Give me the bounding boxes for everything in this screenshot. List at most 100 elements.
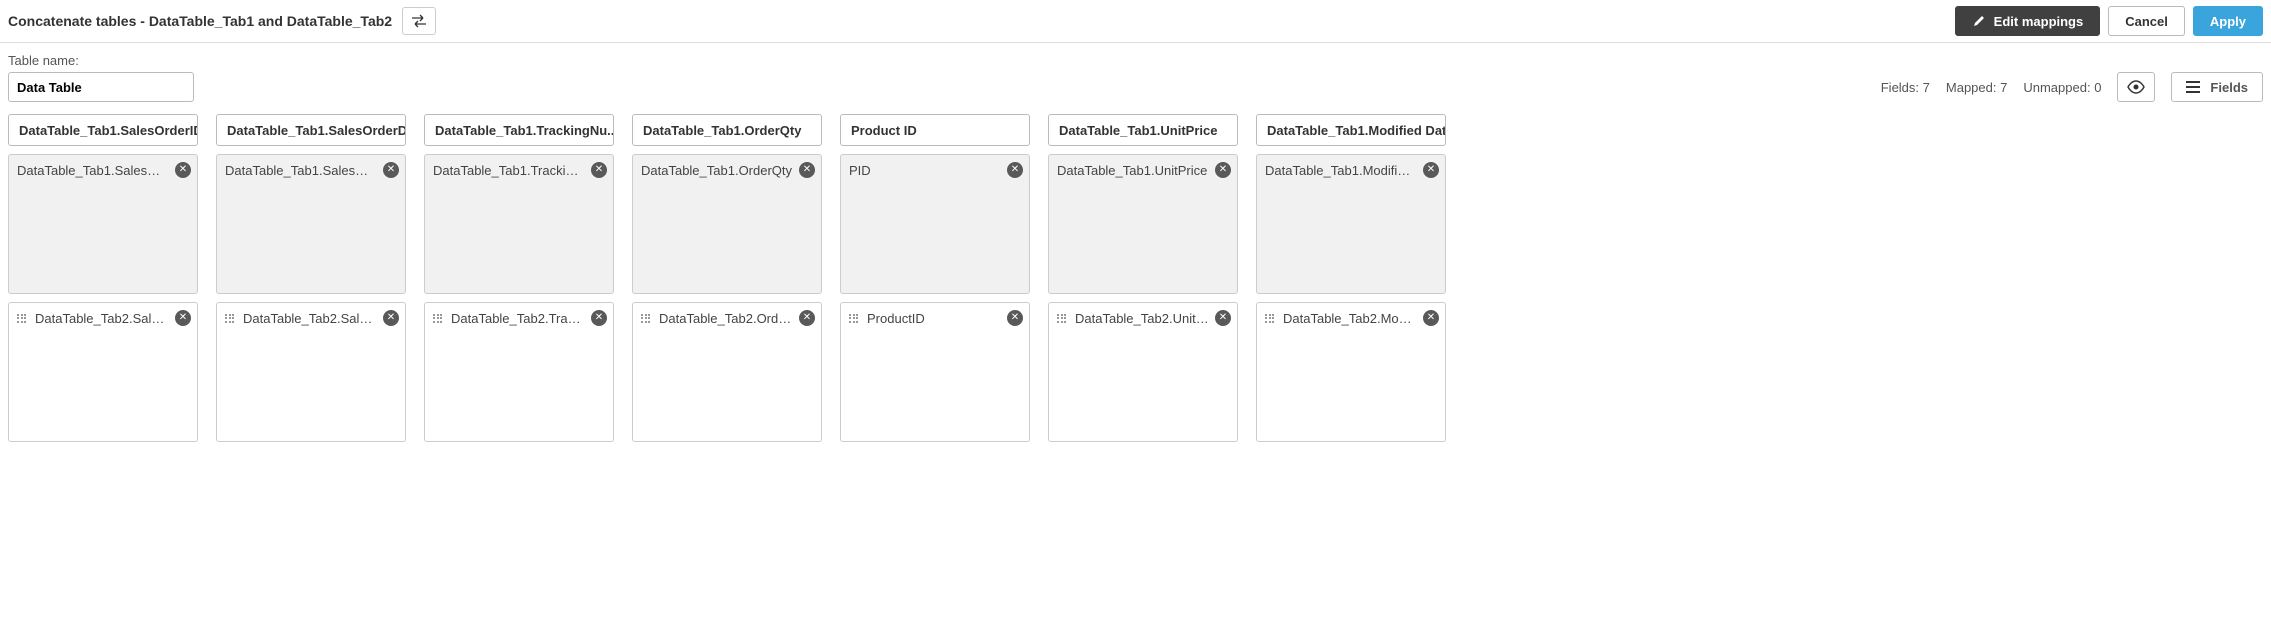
remove-field-icon[interactable]: ✕ [591, 310, 607, 326]
field-chip-label: DataTable_Tab2.Sales... [35, 311, 169, 326]
source-table-box: DataTable_Tab1.TrackingN... ✕ [424, 154, 614, 294]
column-header[interactable]: DataTable_Tab1.OrderQty [632, 114, 822, 146]
remove-field-icon[interactable]: ✕ [1007, 310, 1023, 326]
mapping-column: DataTable_Tab1.UnitPrice DataTable_Tab1.… [1048, 114, 1238, 442]
remove-field-icon[interactable]: ✕ [175, 162, 191, 178]
swap-icon [411, 14, 427, 28]
field-chip-label: DataTable_Tab2.UnitPr... [1075, 311, 1209, 326]
remove-field-icon[interactable]: ✕ [799, 162, 815, 178]
source-table-box: DataTable_Tab1.Modified ... ✕ [1256, 154, 1446, 294]
remove-field-icon[interactable]: ✕ [1007, 162, 1023, 178]
source-table-box: DataTable_Tab1.SalesOrd... ✕ [8, 154, 198, 294]
field-chip[interactable]: DataTable_Tab1.OrderQty ✕ [633, 155, 821, 185]
field-chip[interactable]: DataTable_Tab2.Sales... ✕ [9, 303, 197, 333]
field-chip-label: DataTable_Tab2.Tracki... [451, 311, 585, 326]
edit-mappings-button[interactable]: Edit mappings [1955, 6, 2101, 36]
toolbar: Table name: Fields: 7 Mapped: 7 Unmapped… [0, 43, 2271, 110]
field-chip-label: DataTable_Tab1.TrackingN... [433, 163, 585, 178]
field-chip[interactable]: DataTable_Tab1.SalesOrd... ✕ [217, 155, 405, 185]
edit-mappings-label: Edit mappings [1994, 14, 2084, 29]
visibility-toggle-button[interactable] [2117, 72, 2155, 102]
fields-label: Fields: [1881, 80, 1919, 95]
target-table-box: DataTable_Tab2.UnitPr... ✕ [1048, 302, 1238, 442]
page-header: Concatenate tables - DataTable_Tab1 and … [0, 0, 2271, 43]
field-chip[interactable]: DataTable_Tab2.UnitPr... ✕ [1049, 303, 1237, 333]
column-header[interactable]: DataTable_Tab1.TrackingNu... [424, 114, 614, 146]
field-chip-label: DataTable_Tab1.UnitPrice [1057, 163, 1209, 178]
unmapped-count: 0 [2094, 80, 2101, 95]
target-table-box: DataTable_Tab2.Sales... ✕ [216, 302, 406, 442]
field-stats: Fields: 7 Mapped: 7 Unmapped: 0 Fields [1881, 72, 2263, 102]
table-name-input[interactable] [8, 72, 194, 102]
remove-field-icon[interactable]: ✕ [175, 310, 191, 326]
remove-field-icon[interactable]: ✕ [591, 162, 607, 178]
fields-count: 7 [1923, 80, 1930, 95]
apply-label: Apply [2210, 14, 2246, 29]
drag-handle-icon[interactable] [17, 314, 29, 323]
field-chip[interactable]: DataTable_Tab2.Order... ✕ [633, 303, 821, 333]
mapped-count: 7 [2000, 80, 2007, 95]
field-chip-label: PID [849, 163, 1001, 178]
drag-handle-icon[interactable] [433, 314, 445, 323]
remove-field-icon[interactable]: ✕ [1215, 162, 1231, 178]
column-header[interactable]: DataTable_Tab1.SalesOrderD... [216, 114, 406, 146]
field-chip-label: DataTable_Tab2.Sales... [243, 311, 377, 326]
swap-tables-button[interactable] [402, 7, 436, 35]
remove-field-icon[interactable]: ✕ [1423, 162, 1439, 178]
column-header[interactable]: Product ID [840, 114, 1030, 146]
list-icon [2186, 81, 2200, 93]
mapping-column: DataTable_Tab1.OrderQty DataTable_Tab1.O… [632, 114, 822, 442]
apply-button[interactable]: Apply [2193, 6, 2263, 36]
target-table-box: DataTable_Tab2.Modifi... ✕ [1256, 302, 1446, 442]
pencil-icon [1972, 14, 1986, 28]
remove-field-icon[interactable]: ✕ [383, 310, 399, 326]
page-title: Concatenate tables - DataTable_Tab1 and … [8, 13, 392, 29]
mapping-column: DataTable_Tab1.SalesOrderD... DataTable_… [216, 114, 406, 442]
mapped-label: Mapped: [1946, 80, 1997, 95]
field-chip[interactable]: DataTable_Tab2.Modifi... ✕ [1257, 303, 1445, 333]
columns-container: DataTable_Tab1.SalesOrderID DataTable_Ta… [0, 110, 2271, 454]
field-chip[interactable]: DataTable_Tab1.UnitPrice ✕ [1049, 155, 1237, 185]
drag-handle-icon[interactable] [641, 314, 653, 323]
field-chip[interactable]: PID ✕ [841, 155, 1029, 185]
field-chip[interactable]: DataTable_Tab1.TrackingN... ✕ [425, 155, 613, 185]
drag-handle-icon[interactable] [225, 314, 237, 323]
fields-button-label: Fields [2210, 80, 2248, 95]
source-table-box: DataTable_Tab1.UnitPrice ✕ [1048, 154, 1238, 294]
field-chip-label: DataTable_Tab1.OrderQty [641, 163, 793, 178]
cancel-button[interactable]: Cancel [2108, 6, 2185, 36]
remove-field-icon[interactable]: ✕ [799, 310, 815, 326]
drag-handle-icon[interactable] [1265, 314, 1277, 323]
column-header[interactable]: DataTable_Tab1.Modified Date [1256, 114, 1446, 146]
mapping-column: DataTable_Tab1.TrackingNu... DataTable_T… [424, 114, 614, 442]
remove-field-icon[interactable]: ✕ [1215, 310, 1231, 326]
fields-menu-button[interactable]: Fields [2171, 72, 2263, 102]
target-table-box: DataTable_Tab2.Order... ✕ [632, 302, 822, 442]
source-table-box: PID ✕ [840, 154, 1030, 294]
target-table-box: DataTable_Tab2.Tracki... ✕ [424, 302, 614, 442]
field-chip-label: DataTable_Tab1.SalesOrd... [225, 163, 377, 178]
table-name-label: Table name: [8, 53, 194, 68]
field-chip-label: DataTable_Tab1.SalesOrd... [17, 163, 169, 178]
cancel-label: Cancel [2125, 14, 2168, 29]
field-chip[interactable]: DataTable_Tab2.Sales... ✕ [217, 303, 405, 333]
column-header[interactable]: DataTable_Tab1.SalesOrderID [8, 114, 198, 146]
column-header[interactable]: DataTable_Tab1.UnitPrice [1048, 114, 1238, 146]
eye-icon [2126, 80, 2146, 94]
source-table-box: DataTable_Tab1.SalesOrd... ✕ [216, 154, 406, 294]
field-chip[interactable]: DataTable_Tab2.Tracki... ✕ [425, 303, 613, 333]
unmapped-label: Unmapped: [2023, 80, 2090, 95]
field-chip-label: DataTable_Tab2.Order... [659, 311, 793, 326]
drag-handle-icon[interactable] [1057, 314, 1069, 323]
target-table-box: DataTable_Tab2.Sales... ✕ [8, 302, 198, 442]
mapping-column: Product ID PID ✕ ProductID ✕ [840, 114, 1030, 442]
field-chip-label: DataTable_Tab2.Modifi... [1283, 311, 1417, 326]
field-chip[interactable]: DataTable_Tab1.Modified ... ✕ [1257, 155, 1445, 185]
remove-field-icon[interactable]: ✕ [1423, 310, 1439, 326]
field-chip-label: ProductID [867, 311, 1001, 326]
field-chip[interactable]: DataTable_Tab1.SalesOrd... ✕ [9, 155, 197, 185]
drag-handle-icon[interactable] [849, 314, 861, 323]
remove-field-icon[interactable]: ✕ [383, 162, 399, 178]
field-chip[interactable]: ProductID ✕ [841, 303, 1029, 333]
field-chip-label: DataTable_Tab1.Modified ... [1265, 163, 1417, 178]
